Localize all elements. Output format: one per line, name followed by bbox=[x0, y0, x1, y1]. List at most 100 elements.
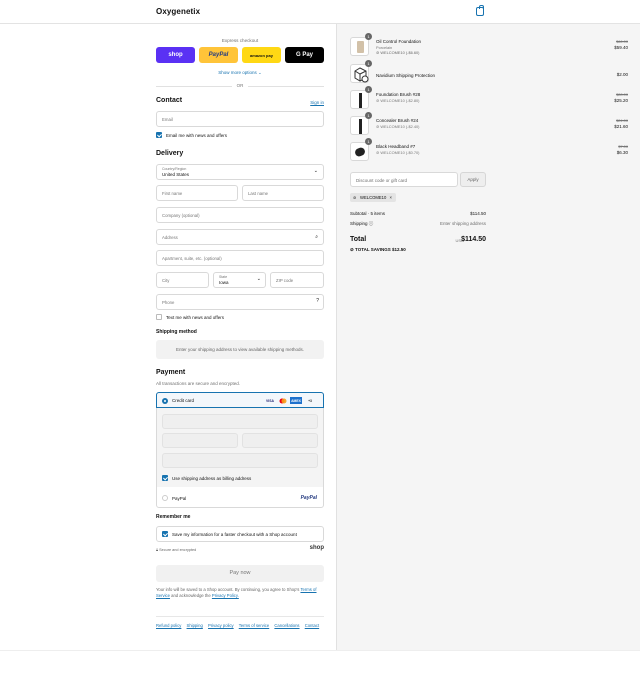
product-discount: ⊘ WELCOME10 (-$0.70) bbox=[376, 150, 420, 155]
billing-address-label: Use shipping address as billing address bbox=[172, 476, 252, 481]
save-info-option[interactable]: Save my information for a faster checkou… bbox=[156, 526, 324, 542]
quantity-badge: 1 bbox=[365, 86, 372, 93]
discounted-price: $25.20 bbox=[614, 98, 628, 103]
product-name: Foundation Brush #28 bbox=[376, 92, 421, 97]
mastercard-logo bbox=[279, 397, 287, 404]
product-row: 1 Foundation Brush #28 ⊘ WELCOME10 (-$2.… bbox=[350, 86, 628, 113]
terms-of-service-link[interactable]: Terms of service bbox=[239, 623, 269, 628]
chevron-down-icon: ⌄ bbox=[256, 276, 261, 282]
amazon-pay-button[interactable]: amazon pay bbox=[242, 47, 281, 63]
info-icon[interactable]: ⓘ bbox=[369, 221, 374, 226]
more-cards-label: +3 bbox=[308, 398, 312, 403]
billing-address-checkbox[interactable] bbox=[162, 475, 168, 481]
product-row: 1 Black Headband #7 ⊘ WELCOME10 (-$0.70)… bbox=[350, 138, 628, 165]
show-more-options-link[interactable]: Show more options ⌄ bbox=[156, 70, 324, 76]
savings-tag-icon: ⊘ bbox=[350, 247, 354, 252]
shipping-row: Shipping ⓘ Enter shipping address bbox=[350, 221, 486, 226]
security-code-field[interactable] bbox=[242, 433, 318, 448]
email-news-checkbox[interactable] bbox=[156, 132, 162, 138]
pay-now-button[interactable]: Pay now bbox=[156, 565, 324, 582]
applied-coupon-tag: ⊘ WELCOME10 × bbox=[350, 193, 396, 202]
original-price: $28.00 bbox=[616, 92, 628, 97]
shipping-box-icon bbox=[354, 67, 369, 83]
privacy-link[interactable]: Privacy Policy. bbox=[212, 593, 239, 598]
product-name: Concealer Brush #24 bbox=[376, 118, 419, 123]
product-image bbox=[350, 64, 369, 83]
product-name: Navidium Shipping Protection bbox=[376, 73, 436, 78]
apartment-field[interactable]: Apartment, suite, etc. (optional) bbox=[156, 250, 324, 266]
paypal-option-label[interactable]: PayPal bbox=[172, 496, 186, 501]
shipping-link[interactable]: Shipping bbox=[187, 623, 203, 628]
google-pay-button[interactable]: G Pay bbox=[285, 47, 324, 63]
store-brand[interactable]: Oxygenetix bbox=[156, 7, 200, 16]
product-name: Black Headband #7 bbox=[376, 144, 416, 149]
city-field[interactable]: City bbox=[156, 272, 209, 288]
refund-policy-link[interactable]: Refund policy bbox=[156, 623, 181, 628]
save-info-checkbox[interactable] bbox=[162, 531, 168, 537]
express-checkout-title: Express checkout bbox=[221, 38, 259, 43]
text-news-label: Text me with news and offers bbox=[166, 315, 224, 320]
shipping-method-message: Enter your shipping address to view avai… bbox=[156, 340, 324, 359]
address-field[interactable]: Address ⌕ bbox=[156, 229, 324, 245]
shopping-bag-icon[interactable] bbox=[476, 5, 484, 16]
original-price: $24.00 bbox=[616, 118, 628, 123]
product-row: 1 Oil Control Foundation Porcelain ⊘ WEL… bbox=[350, 33, 628, 60]
last-name-field[interactable]: Last name bbox=[242, 185, 324, 201]
product-price: $2.00 bbox=[616, 72, 628, 77]
shipping-method-title: Shipping method bbox=[156, 329, 197, 335]
discounted-price: $59.40 bbox=[614, 45, 628, 50]
product-row: 1 Concealer Brush #24 ⊘ WELCOME10 (-$2.4… bbox=[350, 112, 628, 139]
secure-note: 🔒︎ Secure and encrypted bbox=[156, 548, 197, 552]
sign-in-link[interactable]: Sign in bbox=[310, 100, 324, 105]
legal-text: Your info will be saved to a Shop accoun… bbox=[156, 587, 317, 598]
quantity-badge: 1 bbox=[365, 112, 372, 119]
remember-me-title: Remember me bbox=[156, 514, 191, 520]
original-price: $7.00 bbox=[618, 144, 628, 149]
tag-icon: ⊘ bbox=[353, 195, 357, 200]
subtotal-row: Subtotal · 5 items $114.50 bbox=[350, 211, 486, 216]
phone-field[interactable]: Phone ? bbox=[156, 294, 324, 310]
privacy-policy-link[interactable]: Privacy policy bbox=[208, 623, 234, 628]
product-discount: ⊘ WELCOME10 (-$6.60) bbox=[376, 50, 420, 55]
discounted-price: $6.30 bbox=[616, 150, 628, 155]
cancellations-link[interactable]: Cancellations bbox=[274, 623, 299, 628]
product-name: Oil Control Foundation bbox=[376, 39, 422, 44]
page-bottom bbox=[0, 650, 640, 677]
help-icon[interactable]: ? bbox=[316, 298, 319, 304]
amex-logo: AMEX bbox=[290, 397, 302, 404]
email-news-label: Email me with news and offers bbox=[166, 133, 227, 138]
quantity-badge: 1 bbox=[365, 33, 372, 40]
order-summary-panel: 1 Oil Control Foundation Porcelain ⊘ WEL… bbox=[336, 24, 640, 650]
remove-coupon-icon[interactable]: × bbox=[390, 193, 392, 202]
credit-card-option[interactable]: Credit card VISA AMEX +3 bbox=[156, 392, 324, 408]
discount-code-input[interactable]: Discount code or gift card bbox=[350, 172, 458, 187]
footer-links: Refund policy Shipping Privacy policy Te… bbox=[156, 616, 324, 630]
visa-logo: VISA bbox=[266, 398, 274, 403]
paypal-button[interactable]: PayPal bbox=[199, 47, 238, 63]
state-select[interactable]: State Iowa ⌄ bbox=[213, 272, 266, 288]
credit-card-radio[interactable] bbox=[162, 398, 168, 404]
zip-code-field[interactable]: ZIP code bbox=[270, 272, 324, 288]
card-number-field[interactable] bbox=[162, 414, 318, 429]
quantity-badge: 1 bbox=[365, 138, 372, 145]
discounted-price: $21.60 bbox=[614, 124, 628, 129]
apply-discount-button[interactable]: Apply bbox=[460, 172, 486, 187]
email-field[interactable]: Email bbox=[156, 111, 324, 127]
country-select[interactable]: Country/Region United States ⌄ bbox=[156, 164, 324, 180]
contact-title: Contact bbox=[156, 97, 183, 104]
payment-methods: Credit card VISA AMEX +3 Use shipping ad… bbox=[156, 392, 324, 508]
first-name-field[interactable]: First name bbox=[156, 185, 238, 201]
shop-pay-button[interactable]: shop bbox=[156, 47, 195, 63]
paypal-logo: PayPal bbox=[300, 495, 317, 501]
expiration-field[interactable] bbox=[162, 433, 238, 448]
paypal-radio[interactable] bbox=[162, 495, 168, 501]
company-field[interactable]: Company (optional) bbox=[156, 207, 324, 223]
payment-title: Payment bbox=[156, 369, 186, 376]
search-icon: ⌕ bbox=[315, 234, 318, 240]
text-news-checkbox[interactable] bbox=[156, 314, 162, 320]
delivery-title: Delivery bbox=[156, 150, 184, 157]
name-on-card-field[interactable] bbox=[162, 453, 318, 468]
total-row: Total USD $114.50 bbox=[350, 236, 486, 243]
contact-link[interactable]: Contact bbox=[305, 623, 319, 628]
or-divider: OR bbox=[156, 82, 324, 90]
